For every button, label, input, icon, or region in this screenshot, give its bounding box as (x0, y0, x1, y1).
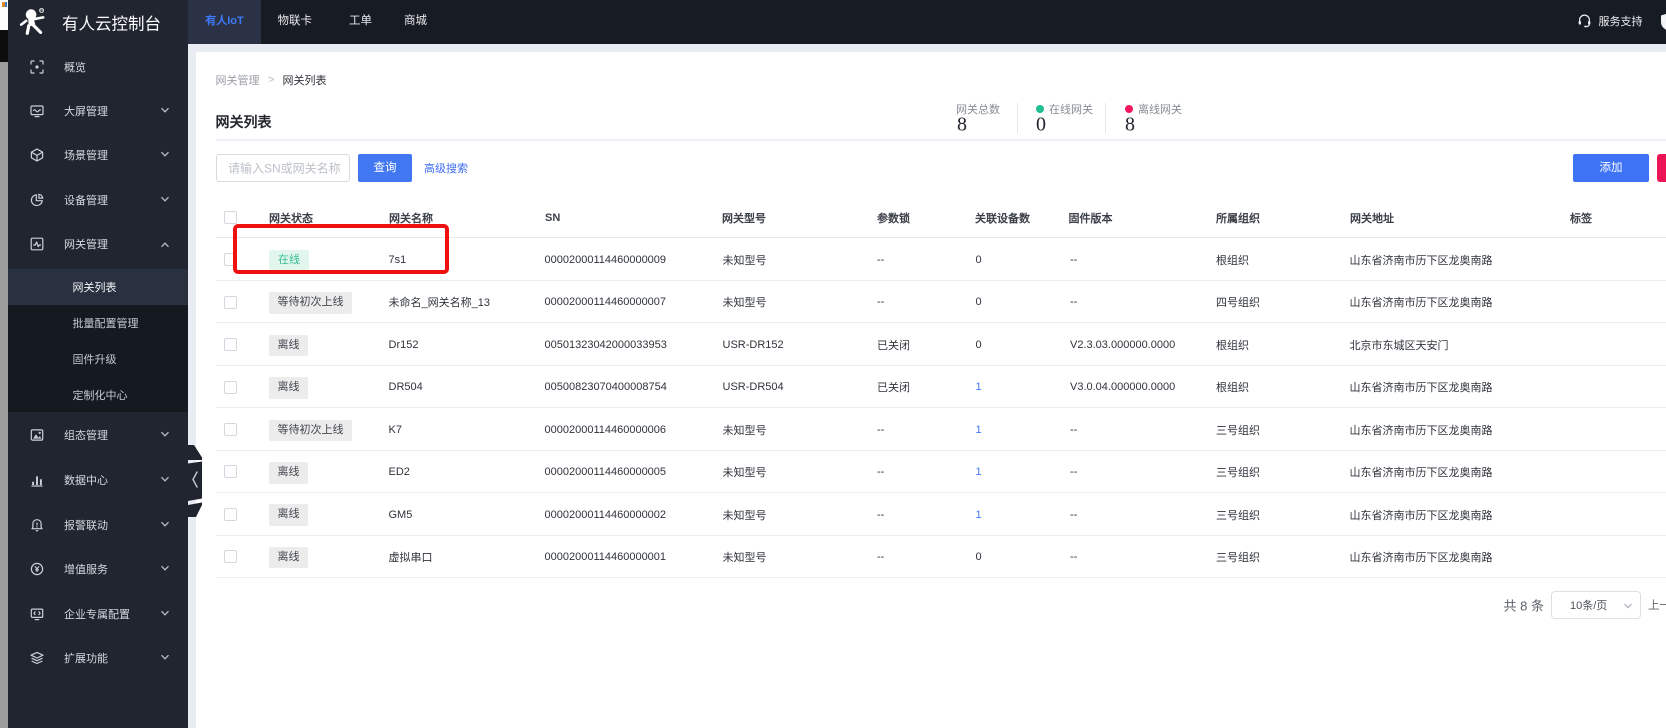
svg-text:R: R (40, 8, 43, 13)
